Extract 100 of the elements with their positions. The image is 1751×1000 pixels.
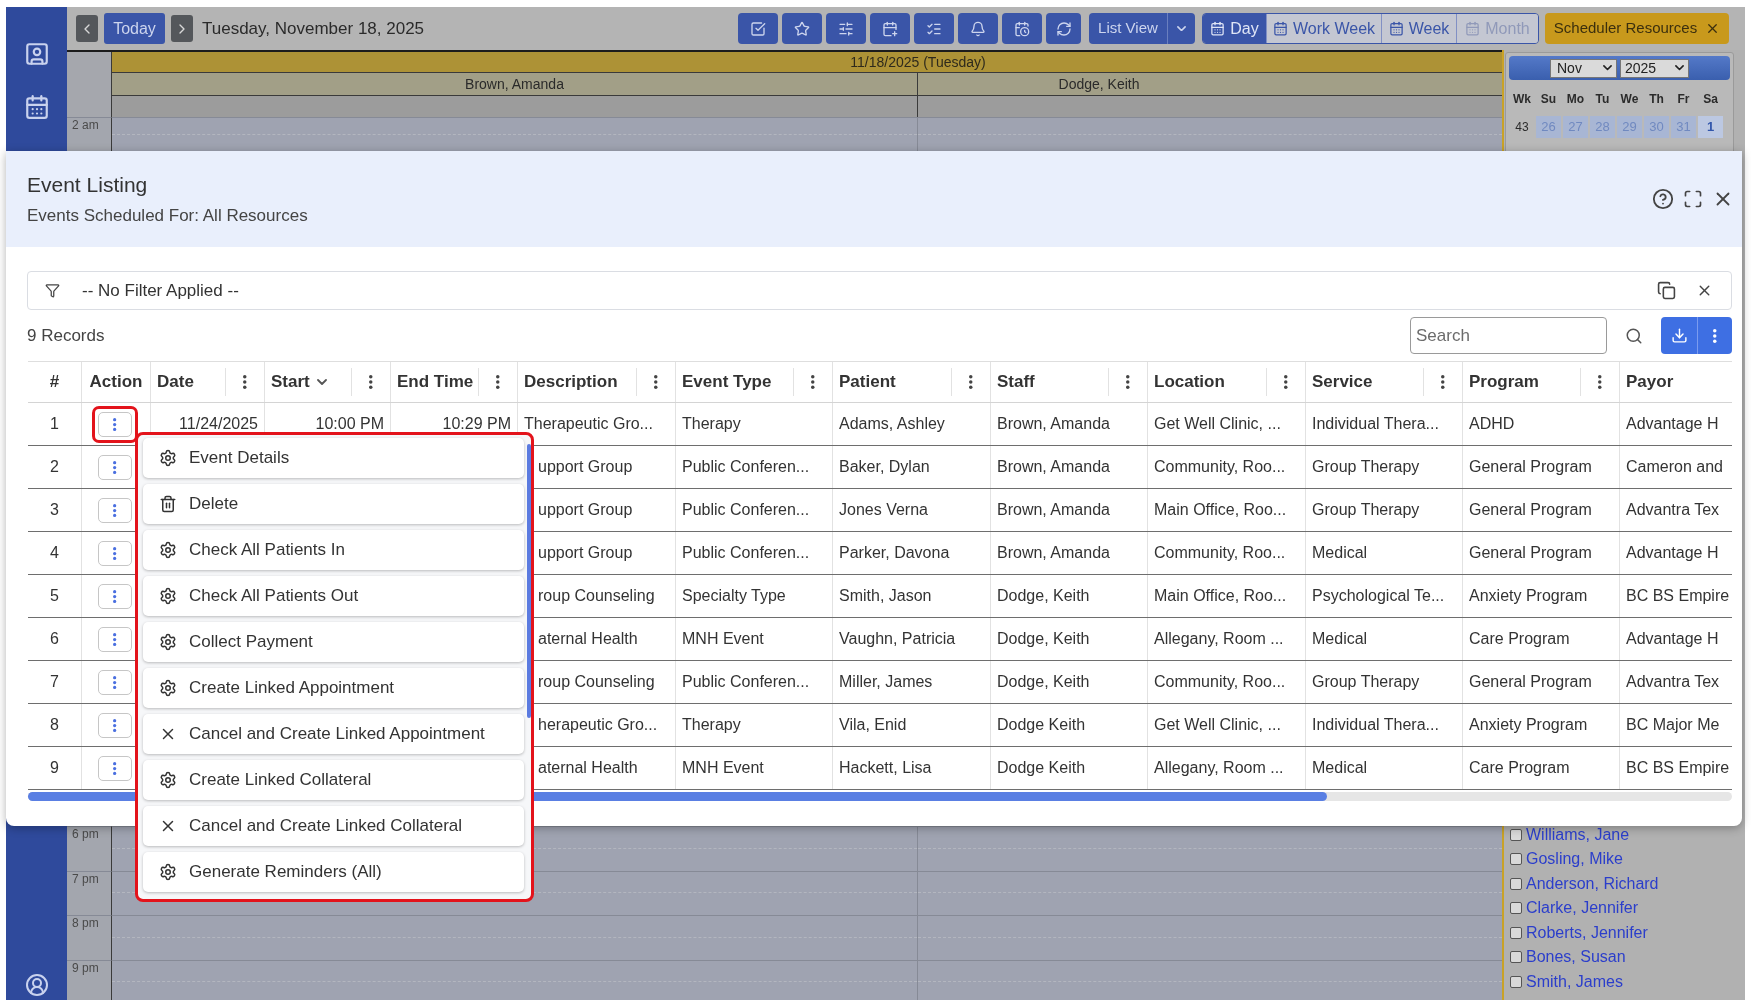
download-button[interactable] — [1661, 317, 1697, 354]
table-cell: Therapy — [676, 704, 833, 746]
toolbar-button[interactable] — [738, 13, 778, 44]
year-select[interactable]: 2025 — [1620, 58, 1689, 78]
menu-item[interactable]: Event Details — [143, 438, 524, 478]
toolbar-button[interactable] — [782, 13, 822, 44]
view-tab[interactable]: Work Week — [1266, 14, 1381, 43]
user-circle-icon[interactable] — [24, 973, 49, 997]
row-number: 4 — [28, 532, 82, 574]
maximize-icon[interactable] — [1683, 189, 1703, 209]
list-view-button[interactable]: List View — [1089, 13, 1167, 44]
row-number: 1 — [28, 403, 82, 445]
toolbar-button[interactable] — [1002, 13, 1042, 44]
row-number: 3 — [28, 489, 82, 531]
resource-link[interactable]: Roberts, Jennifer — [1526, 920, 1648, 945]
row-number: 9 — [28, 747, 82, 789]
calendar-icon — [1272, 21, 1288, 36]
row-number: 2 — [28, 446, 82, 488]
menu-item[interactable]: Cancel and Create Linked Collateral — [143, 806, 524, 846]
list-view-dropdown-button[interactable] — [1167, 13, 1195, 44]
row-number: 7 — [28, 661, 82, 703]
checkbox[interactable] — [1510, 853, 1522, 866]
table-cell: Get Well Clinic, ... — [1148, 403, 1306, 445]
menu-item[interactable]: Cancel and Create Linked Appointment — [143, 714, 524, 754]
row-actions-button[interactable] — [98, 497, 132, 523]
table-cell: Hackett, Lisa — [833, 747, 991, 789]
toolbar-button[interactable] — [1046, 13, 1081, 44]
row-actions-button[interactable] — [98, 454, 132, 480]
resource-link[interactable]: Anderson, Richard — [1526, 871, 1659, 896]
table-cell: Public Conferen... — [676, 661, 833, 703]
table-cell: Group Therapy — [1306, 661, 1463, 703]
weekday-label: Wk — [1512, 91, 1532, 108]
menu-item[interactable]: Collect Payment — [143, 622, 524, 662]
row-actions-button[interactable] — [98, 626, 132, 652]
weekday-label: We — [1619, 91, 1640, 108]
menu-item[interactable]: Check All Patients Out — [143, 576, 524, 616]
resource-link[interactable]: Smith, James — [1526, 969, 1623, 994]
calendar-icon[interactable] — [23, 94, 50, 120]
menu-scrollbar[interactable] — [527, 444, 531, 718]
table-cell: Baker, Dylan — [833, 446, 991, 488]
toolbar-button[interactable] — [870, 13, 910, 44]
table-cell: Group Therapy — [1306, 489, 1463, 531]
menu-item[interactable]: Create Linked Collateral — [143, 760, 524, 800]
filter-icon[interactable] — [45, 283, 60, 298]
row-actions-button[interactable] — [98, 669, 132, 695]
checkbox[interactable] — [1510, 951, 1522, 964]
resource-link[interactable]: Gosling, Mike — [1526, 847, 1623, 872]
row-actions-button[interactable] — [98, 583, 132, 609]
row-actions-button[interactable] — [98, 755, 132, 781]
column-label: Payor — [1625, 371, 1674, 394]
row-actions-button[interactable] — [98, 540, 132, 566]
copy-icon[interactable] — [1657, 281, 1676, 300]
kebab-icon — [243, 375, 247, 389]
row-actions-button[interactable] — [98, 712, 132, 738]
menu-item[interactable]: Check All Patients In — [143, 530, 524, 570]
scheduler-resources-button[interactable]: Scheduler Resources — [1545, 13, 1729, 44]
menu-item[interactable]: Create Linked Appointment — [143, 668, 524, 708]
table-cell-text: Cameron and — [1625, 457, 1724, 477]
checkbox[interactable] — [1510, 975, 1522, 988]
toolbar-button[interactable] — [958, 13, 998, 44]
checkbox[interactable] — [1510, 926, 1522, 939]
previous-button[interactable] — [76, 15, 98, 42]
table-cell-text: upport Group — [537, 500, 634, 520]
download-icon — [1670, 327, 1688, 344]
toolbar-button[interactable] — [826, 13, 866, 44]
kebab-icon — [1598, 375, 1602, 389]
table-cell-text: Advantage H — [1625, 629, 1720, 649]
today-button[interactable]: Today — [104, 13, 165, 44]
day-cell[interactable]: 1 — [1698, 116, 1723, 138]
view-tab[interactable]: Week — [1381, 14, 1456, 43]
checkbox[interactable] — [1510, 828, 1522, 841]
kebab-icon — [654, 375, 658, 389]
table-cell-text: Advantage H — [1625, 543, 1720, 563]
view-tab[interactable]: Day — [1203, 14, 1266, 43]
checkbox[interactable] — [1510, 902, 1522, 915]
month-select[interactable]: Nov — [1550, 58, 1617, 78]
table-cell: Smith, Jason — [833, 575, 991, 617]
menu-item[interactable]: Generate Reminders (All) — [143, 852, 524, 892]
resource-link[interactable]: Clarke, Jennifer — [1526, 896, 1639, 921]
toolbar-button[interactable] — [914, 13, 954, 44]
user-card-icon[interactable] — [23, 41, 50, 67]
chevron-down-icon — [1675, 65, 1684, 71]
search-icon[interactable] — [1625, 326, 1643, 345]
hour-label: 6 pm — [71, 827, 100, 841]
kebab-icon — [113, 460, 117, 474]
resource-link[interactable]: Williams, Jane — [1526, 822, 1630, 847]
row-actions-button[interactable] — [98, 411, 132, 437]
checkbox[interactable] — [1510, 877, 1522, 890]
resource-link[interactable]: Bones, Susan — [1526, 945, 1626, 970]
more-options-button[interactable] — [1697, 317, 1732, 354]
menu-item[interactable]: Delete — [143, 484, 524, 524]
next-button[interactable] — [171, 15, 193, 42]
table-cell: Group Therapy — [1306, 446, 1463, 488]
table-cell: Community, Roo... — [1148, 446, 1306, 488]
help-icon[interactable] — [1652, 188, 1674, 210]
search-field[interactable]: Search — [1410, 317, 1607, 354]
calendar-icon — [1465, 21, 1481, 36]
current-date: Tuesday, November 18, 2025 — [202, 17, 425, 40]
table-cell: Allegany, Room ... — [1148, 747, 1306, 789]
table-cell: Care Program — [1463, 618, 1620, 660]
